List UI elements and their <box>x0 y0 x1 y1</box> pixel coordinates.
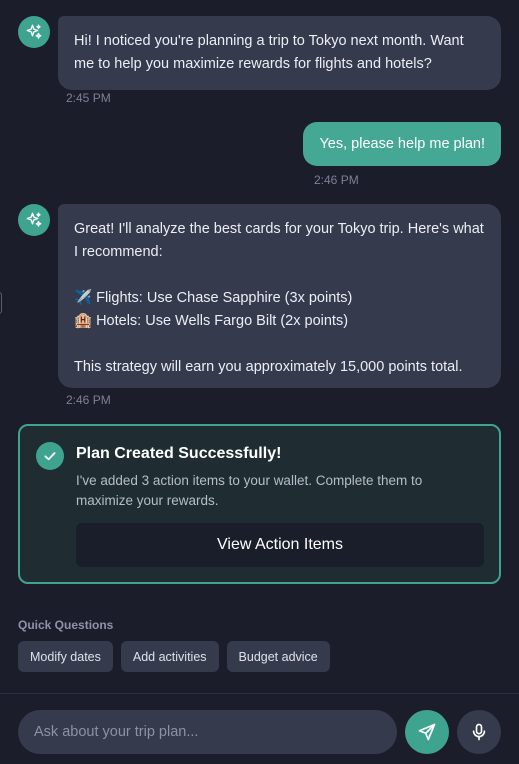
sparkles-icon <box>26 24 42 39</box>
view-action-items-button[interactable]: View Action Items <box>76 523 484 567</box>
quick-questions-label: Quick Questions <box>18 618 114 632</box>
chip-modify-dates[interactable]: Modify dates <box>18 641 113 672</box>
flights-recommendation: ✈️ Flights: Use Chase Sapphire (3x point… <box>74 290 353 306</box>
message-text: Yes, please help me plan! <box>319 136 485 152</box>
assistant-message: Great! I'll analyze the best cards for y… <box>58 204 501 388</box>
send-button[interactable] <box>405 710 449 754</box>
plan-card-description: I've added 3 action items to your wallet… <box>76 473 423 508</box>
message-intro: Great! I'll analyze the best cards for y… <box>74 221 484 260</box>
quick-questions-chips: Modify dates Add activities Budget advic… <box>18 641 330 672</box>
send-icon <box>418 723 436 741</box>
message-timestamp: 2:46 PM <box>66 393 111 407</box>
edge-tab[interactable] <box>0 292 2 314</box>
hotels-recommendation: 🏨 Hotels: Use Wells Fargo Bilt (2x point… <box>74 313 349 329</box>
assistant-message: Hi! I noticed you're planning a trip to … <box>58 16 501 90</box>
assistant-avatar <box>18 16 50 48</box>
chip-add-activities[interactable]: Add activities <box>120 641 219 672</box>
message-timestamp: 2:46 PM <box>314 173 359 187</box>
composer-divider <box>0 693 519 694</box>
message-summary: This strategy will earn you approximatel… <box>74 359 463 375</box>
chip-budget-advice[interactable]: Budget advice <box>226 641 330 672</box>
microphone-button[interactable] <box>457 710 501 754</box>
sparkles-icon <box>26 212 42 227</box>
plan-created-card: Plan Created Successfully! I've added 3 … <box>18 424 501 584</box>
checkmark-icon <box>36 442 64 470</box>
assistant-avatar <box>18 204 50 236</box>
message-input[interactable]: Ask about your trip plan... <box>18 710 397 754</box>
user-message: Yes, please help me plan! <box>303 122 501 166</box>
chat-screen: Hi! I noticed you're planning a trip to … <box>0 0 519 764</box>
message-timestamp: 2:45 PM <box>66 91 111 105</box>
plan-card-title: Plan Created Successfully! <box>76 445 282 462</box>
message-text: Hi! I noticed you're planning a trip to … <box>74 33 464 72</box>
microphone-icon <box>472 723 486 741</box>
